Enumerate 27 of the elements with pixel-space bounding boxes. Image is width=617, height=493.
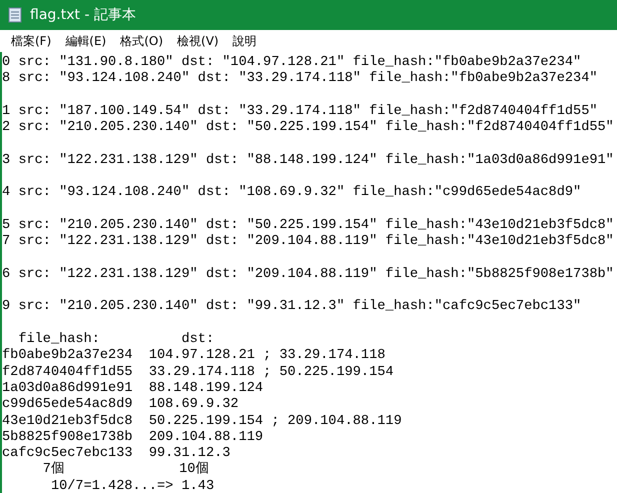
text-line: 5b8825f908e1738b 209.104.88.119 [2, 430, 264, 446]
text-line: 0 src: "131.90.8.180" dst: "104.97.128.21" file_hash:"fb0abe9b2a37e234" [2, 55, 582, 71]
menu-item[interactable]: 檢視(V) [170, 32, 226, 50]
text-line: 8 src: "93.124.108.240" dst: "33.29.174.118" file_hash:"fb0abe9b2a37e234" [2, 71, 598, 88]
text-line: 43e10d21eb3f5dc8 50.225.199.154 ; 209.104.88.119 [2, 414, 402, 430]
menu-item[interactable]: 編輯(E) [58, 32, 114, 50]
text-line: 3 src: "122.231.138.129" dst: "88.148.199.124" file_hash:"1a03d0a86d991e91" [2, 152, 614, 170]
text-line: c99d65ede54ac8d9 108.69.9.32 [2, 397, 239, 414]
menu-item[interactable]: 說明 [226, 32, 264, 50]
text-line: 1 src: "187.100.149.54" dst: "33.29.174.118" file_hash:"f2d8740404ff1d55" [2, 104, 598, 120]
menu-item[interactable]: 檔案(F) [4, 32, 58, 50]
text-line: cafc9c5ec7ebc133 99.31.12.3 [2, 446, 230, 462]
text-line: 7個 10個 [42, 462, 210, 479]
notepad-icon [8, 7, 22, 23]
text-line: 6 src: "122.231.138.129" dst: "209.104.88.119" file_hash:"5b8825f908e1738b" [2, 266, 614, 284]
text-line: 5 src: "210.205.230.140" dst: "50.225.199.154" file_hash:"43e10d21eb3f5dc8" [2, 218, 614, 234]
text-line: 4 src: "93.124.108.240" dst: "108.69.9.32" file_hash:"c99d65ede54ac8d9" [2, 185, 582, 202]
text-line: 10/7=1.428...=> 1.43 [50, 478, 214, 493]
text-line: file_hash: dst: [17, 332, 214, 348]
text-line: 7 src: "122.231.138.129" dst: "209.104.88.119" file_hash:"43e10d21eb3f5dc8" [2, 234, 614, 251]
text-line: 2 src: "210.205.230.140" dst: "50.225.199.154" file_hash:"f2d8740404ff1d55" [2, 120, 614, 136]
text-line: f2d8740404ff1d55 33.29.174.118 ; 50.225.199.154 [2, 364, 394, 381]
menu-item[interactable]: 格式(O) [113, 32, 170, 50]
text-line: 1a03d0a86d991e91 88.148.199.124 [2, 380, 264, 397]
window-title: flag.txt - 記事本 [30, 6, 136, 24]
text-line: 9 src: "210.205.230.140" dst: "99.31.12.3" file_hash:"cafc9c5ec7ebc133" [2, 299, 582, 316]
text-line: fb0abe9b2a37e234 104.97.128.21 ; 33.29.174.118 [2, 348, 386, 365]
